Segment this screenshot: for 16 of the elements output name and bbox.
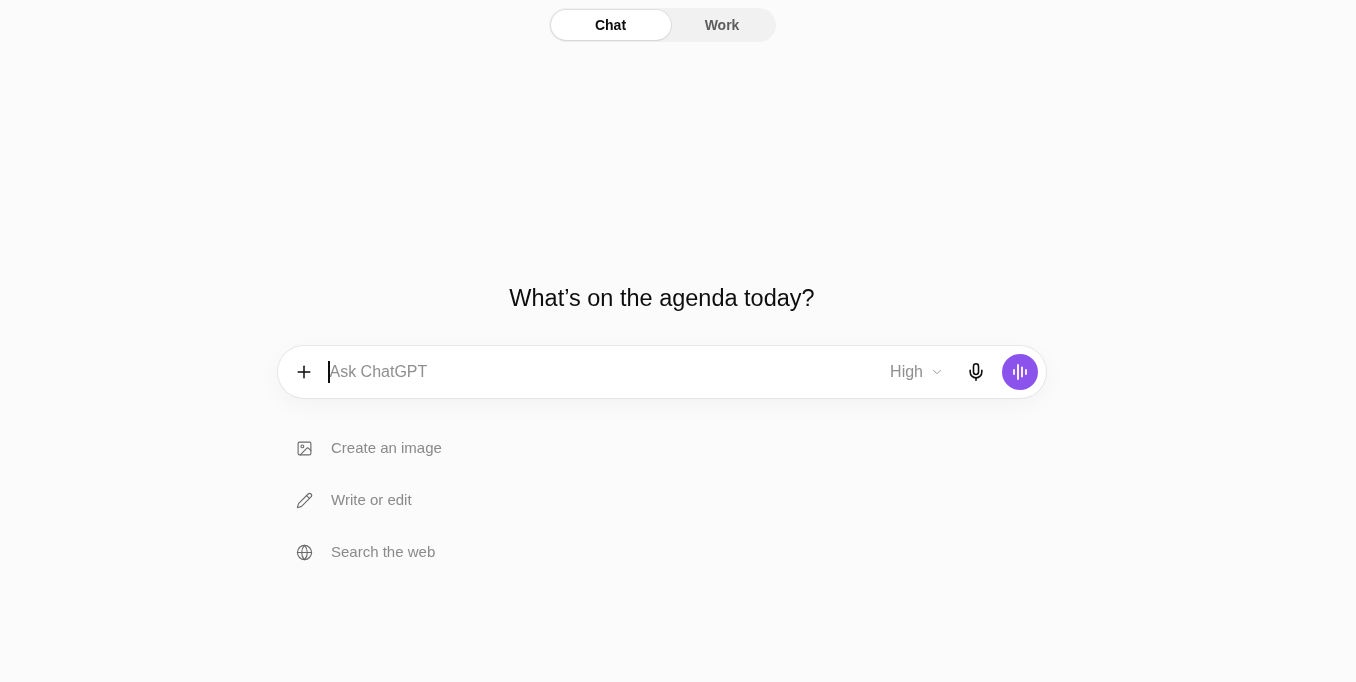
mode-tab[interactable]: Chat: [550, 10, 671, 40]
prompt-input[interactable]: Ask ChatGPT: [329, 360, 885, 384]
text-cursor: [328, 361, 330, 383]
model-selector[interactable]: High: [884, 354, 950, 390]
suggestion-item[interactable]: Write or edit: [296, 474, 412, 526]
voice-button[interactable]: [1002, 354, 1038, 390]
pencil-icon: [296, 491, 313, 509]
mode-tab[interactable]: Work: [670, 10, 774, 40]
image-icon: [296, 439, 313, 457]
composer-field[interactable]: Ask ChatGPT High: [278, 346, 1046, 398]
suggestion-item[interactable]: Search the web: [296, 526, 436, 578]
audio-bars-icon: [1013, 364, 1027, 380]
globe-icon: [296, 543, 313, 561]
suggestion-item[interactable]: Create an image: [296, 422, 442, 474]
microphone-icon: [966, 362, 986, 382]
page-heading: What’s on the agenda today?: [509, 284, 815, 312]
